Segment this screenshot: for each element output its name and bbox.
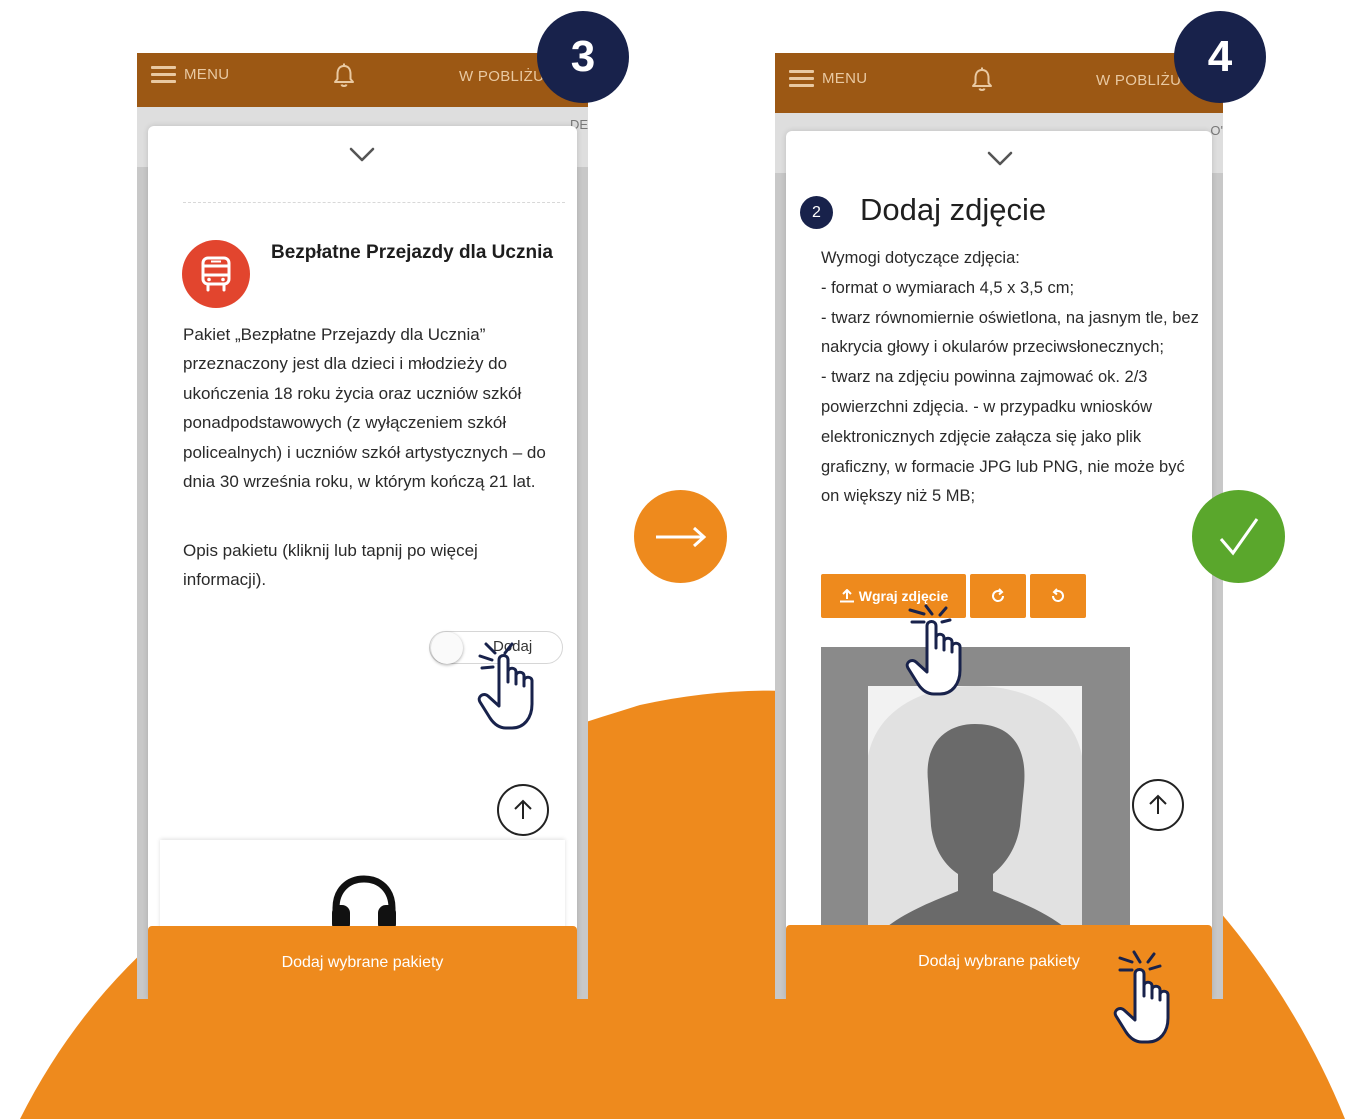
phone-screen-step-4: MENU W POBLIŻU O' 2 Dodaj zdjęcie Wymogi… [775, 53, 1223, 999]
headset-icon [332, 875, 396, 932]
section-step-number: 2 [800, 196, 833, 229]
add-selected-packages-button[interactable]: Dodaj wybrane pakiety [148, 926, 577, 999]
upload-icon [839, 589, 854, 603]
nearby-link[interactable]: W POBLIŻU [1096, 72, 1181, 89]
bell-icon[interactable] [970, 67, 994, 93]
arrow-up-icon [1149, 794, 1167, 814]
menu-button[interactable]: MENU [789, 70, 867, 87]
phone-screen-step-3: MENU W POBLIŻU DE Bezpłatne Przejazdy dl… [137, 53, 588, 999]
chevron-down-icon[interactable] [987, 151, 1013, 167]
requirements-line: Wymogi dotyczące zdjęcia: [821, 249, 1020, 267]
nearby-link[interactable]: W POBLIŻU [459, 68, 544, 85]
package-sheet: Bezpłatne Przejazdy dla Ucznia Pakiet „B… [148, 126, 577, 999]
requirements-line: - twarz równomiernie oświetlona, na jasn… [821, 308, 1199, 357]
divider [183, 202, 565, 203]
photo-preview [821, 647, 1130, 927]
step-badge-3: 3 [537, 11, 629, 103]
photo-sheet: 2 Dodaj zdjęcie Wymogi dotyczące zdjęcia… [786, 131, 1212, 999]
menu-label: MENU [184, 66, 230, 83]
scroll-to-top-button[interactable] [1132, 779, 1184, 831]
bus-icon [182, 240, 250, 308]
rotate-right-button[interactable] [970, 574, 1026, 618]
app-bar: MENU W POBLIŻU [137, 53, 588, 107]
arrow-up-icon [514, 799, 532, 819]
subbar-edge-text: O' [1210, 123, 1223, 138]
check-icon [1192, 490, 1285, 583]
section-title: Dodaj zdjęcie [860, 192, 1047, 227]
tap-hand-icon [1113, 950, 1170, 1044]
scroll-to-top-button[interactable] [497, 784, 549, 836]
package-description: Pakiet „Bezpłatne Przejazdy dla Ucznia” … [183, 325, 546, 492]
bell-icon[interactable] [332, 63, 356, 89]
menu-label: MENU [822, 70, 868, 87]
package-more-info-link[interactable]: Opis pakietu (kliknij lub tapnij po więc… [183, 536, 563, 595]
hamburger-icon [789, 70, 814, 87]
chevron-down-icon[interactable] [349, 147, 375, 163]
person-silhouette-icon [868, 686, 1082, 927]
package-title: Bezpłatne Przejazdy dla Ucznia [271, 242, 553, 263]
rotate-right-icon [992, 588, 1005, 602]
tap-hand-icon [905, 604, 962, 696]
app-bar: MENU W POBLIŻU [775, 53, 1223, 113]
arrow-right-icon [634, 490, 727, 583]
step-badge-4: 4 [1174, 11, 1266, 103]
toggle-knob [431, 632, 463, 664]
hamburger-icon [151, 66, 176, 83]
tap-hand-icon [477, 642, 534, 730]
rotate-left-button[interactable] [1030, 574, 1086, 618]
requirements-line: - format o wymiarach 4,5 x 3,5 cm; [821, 278, 1075, 297]
rotate-left-icon [1051, 588, 1064, 602]
photo-requirements: Wymogi dotyczące zdjęcia: - format o wym… [821, 244, 1206, 512]
menu-button[interactable]: MENU [151, 66, 229, 83]
photo-placeholder [868, 686, 1082, 927]
requirements-line: - twarz na zdjęciu powinna zajmować ok. … [821, 368, 1185, 506]
